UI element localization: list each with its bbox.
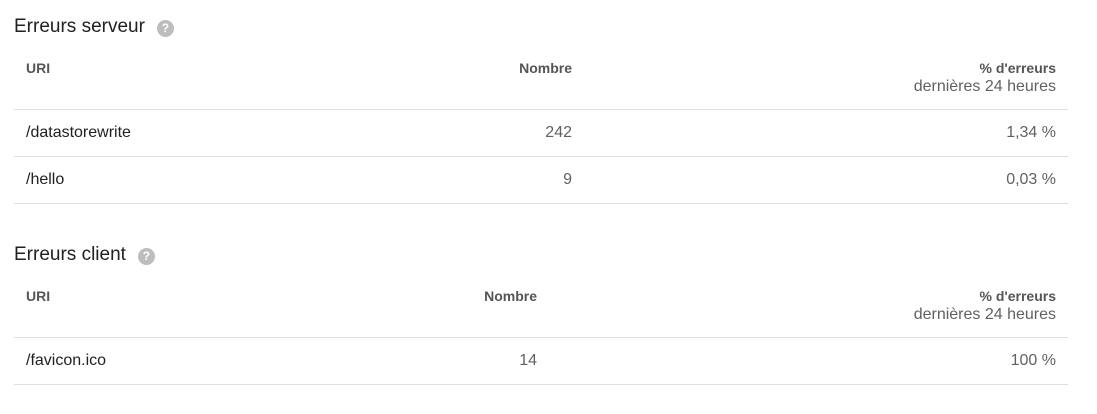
column-header-percent-label: % d'erreurs — [979, 60, 1056, 76]
row-uri[interactable]: /favicon.ico — [14, 337, 344, 385]
row-uri[interactable]: /hello — [14, 156, 379, 204]
help-icon[interactable]: ? — [156, 19, 174, 37]
table-header-row: URI Nombre % d'erreurs dernières 24 heur… — [14, 268, 1068, 338]
help-icon[interactable]: ? — [137, 247, 155, 265]
client-errors-title-row: Erreurs client ? — [14, 242, 1068, 268]
table-row[interactable]: /hello 9 0,03 % — [14, 156, 1068, 204]
row-count: 9 — [379, 156, 584, 204]
column-header-uri[interactable]: URI — [14, 40, 379, 110]
server-errors-title: Erreurs serveur — [14, 16, 145, 37]
table-row[interactable]: /datastorewrite 242 1,34 % — [14, 109, 1068, 157]
column-header-count[interactable]: Nombre — [344, 268, 549, 338]
row-count: 14 — [344, 337, 549, 385]
server-errors-section: Erreurs serveur ? URI Nombre % d'erreurs… — [14, 14, 1068, 204]
table-row[interactable]: /favicon.ico 14 100 % — [14, 337, 1068, 385]
client-errors-table: URI Nombre % d'erreurs dernières 24 heur… — [14, 268, 1068, 385]
row-uri[interactable]: /datastorewrite — [14, 109, 379, 157]
column-header-percent-sub: dernières 24 heures — [913, 306, 1056, 323]
row-percent: 0,03 % — [584, 156, 1068, 204]
column-header-uri[interactable]: URI — [14, 268, 344, 338]
client-errors-section: Erreurs client ? URI Nombre % d'erreurs … — [14, 242, 1068, 385]
column-header-count[interactable]: Nombre — [379, 40, 584, 110]
server-errors-table: URI Nombre % d'erreurs dernières 24 heur… — [14, 40, 1068, 204]
row-percent: 100 % — [549, 337, 1068, 385]
table-header-row: URI Nombre % d'erreurs dernières 24 heur… — [14, 40, 1068, 110]
row-percent: 1,34 % — [584, 109, 1068, 157]
column-header-percent[interactable]: % d'erreurs dernières 24 heures — [549, 268, 1068, 338]
column-header-percent[interactable]: % d'erreurs dernières 24 heures — [584, 40, 1068, 110]
column-header-percent-label: % d'erreurs — [979, 288, 1056, 304]
column-header-percent-sub: dernières 24 heures — [913, 78, 1056, 95]
client-errors-title: Erreurs client — [14, 244, 126, 265]
server-errors-title-row: Erreurs serveur ? — [14, 14, 1068, 40]
row-count: 242 — [379, 109, 584, 157]
